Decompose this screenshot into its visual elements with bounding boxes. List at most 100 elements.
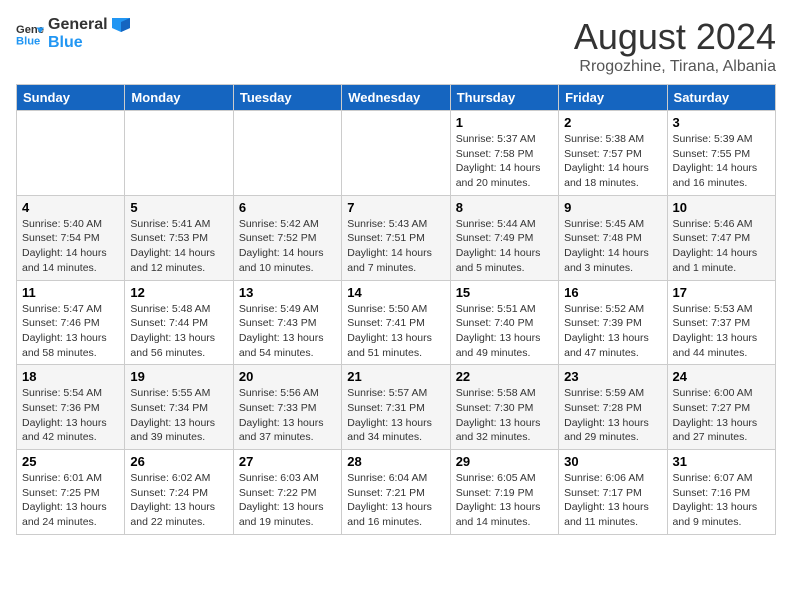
logo-general-text: General bbox=[48, 16, 130, 34]
calendar-cell: 30 Sunrise: 6:06 AMSunset: 7:17 PMDayligh… bbox=[559, 450, 667, 535]
day-info: Sunrise: 6:06 AMSunset: 7:17 PMDaylight:… bbox=[564, 471, 661, 530]
calendar-cell: 7 Sunrise: 5:43 AMSunset: 7:51 PMDaylight… bbox=[342, 195, 450, 280]
month-title: August 2024 bbox=[574, 16, 776, 58]
calendar-cell: 22 Sunrise: 5:58 AMSunset: 7:30 PMDayligh… bbox=[450, 365, 558, 450]
day-number: 11 bbox=[22, 285, 119, 300]
day-number: 21 bbox=[347, 369, 444, 384]
weekday-header-row: SundayMondayTuesdayWednesdayThursdayFrid… bbox=[17, 85, 776, 111]
weekday-header-wednesday: Wednesday bbox=[342, 85, 450, 111]
day-number: 4 bbox=[22, 200, 119, 215]
calendar-cell bbox=[233, 111, 341, 196]
logo-icon: General Blue bbox=[16, 20, 44, 48]
day-number: 24 bbox=[673, 369, 770, 384]
day-info: Sunrise: 5:41 AMSunset: 7:53 PMDaylight:… bbox=[130, 217, 227, 276]
day-number: 8 bbox=[456, 200, 553, 215]
calendar-table: SundayMondayTuesdayWednesdayThursdayFrid… bbox=[16, 84, 776, 535]
day-info: Sunrise: 5:37 AMSunset: 7:58 PMDaylight:… bbox=[456, 132, 553, 191]
weekday-header-tuesday: Tuesday bbox=[233, 85, 341, 111]
calendar-cell: 14 Sunrise: 5:50 AMSunset: 7:41 PMDayligh… bbox=[342, 280, 450, 365]
day-info: Sunrise: 5:57 AMSunset: 7:31 PMDaylight:… bbox=[347, 386, 444, 445]
day-info: Sunrise: 5:55 AMSunset: 7:34 PMDaylight:… bbox=[130, 386, 227, 445]
day-info: Sunrise: 6:02 AMSunset: 7:24 PMDaylight:… bbox=[130, 471, 227, 530]
day-info: Sunrise: 5:45 AMSunset: 7:48 PMDaylight:… bbox=[564, 217, 661, 276]
calendar-cell bbox=[125, 111, 233, 196]
day-info: Sunrise: 5:56 AMSunset: 7:33 PMDaylight:… bbox=[239, 386, 336, 445]
logo: General Blue General Blue bbox=[16, 16, 130, 51]
weekday-header-monday: Monday bbox=[125, 85, 233, 111]
day-number: 2 bbox=[564, 115, 661, 130]
calendar-cell bbox=[17, 111, 125, 196]
week-row-5: 25 Sunrise: 6:01 AMSunset: 7:25 PMDayligh… bbox=[17, 450, 776, 535]
day-number: 29 bbox=[456, 454, 553, 469]
calendar-cell: 9Sunrise: 5:45 AMSunset: 7:48 PMDaylight… bbox=[559, 195, 667, 280]
calendar-cell: 1 Sunrise: 5:37 AMSunset: 7:58 PMDaylight… bbox=[450, 111, 558, 196]
day-info: Sunrise: 5:59 AMSunset: 7:28 PMDaylight:… bbox=[564, 386, 661, 445]
day-number: 23 bbox=[564, 369, 661, 384]
day-info: Sunrise: 5:58 AMSunset: 7:30 PMDaylight:… bbox=[456, 386, 553, 445]
day-number: 1 bbox=[456, 115, 553, 130]
day-number: 22 bbox=[456, 369, 553, 384]
week-row-4: 18 Sunrise: 5:54 AMSunset: 7:36 PMDayligh… bbox=[17, 365, 776, 450]
calendar-cell: 6 Sunrise: 5:42 AMSunset: 7:52 PMDaylight… bbox=[233, 195, 341, 280]
day-info: Sunrise: 5:40 AMSunset: 7:54 PMDaylight:… bbox=[22, 217, 119, 276]
calendar-cell: 12 Sunrise: 5:48 AMSunset: 7:44 PMDayligh… bbox=[125, 280, 233, 365]
calendar-cell: 26Sunrise: 6:02 AMSunset: 7:24 PMDayligh… bbox=[125, 450, 233, 535]
day-number: 7 bbox=[347, 200, 444, 215]
weekday-header-thursday: Thursday bbox=[450, 85, 558, 111]
day-number: 19 bbox=[130, 369, 227, 384]
day-number: 6 bbox=[239, 200, 336, 215]
day-number: 30 bbox=[564, 454, 661, 469]
day-info: Sunrise: 5:38 AMSunset: 7:57 PMDaylight:… bbox=[564, 132, 661, 191]
day-number: 27 bbox=[239, 454, 336, 469]
calendar-cell: 10Sunrise: 5:46 AMSunset: 7:47 PMDayligh… bbox=[667, 195, 775, 280]
week-row-1: 1 Sunrise: 5:37 AMSunset: 7:58 PMDaylight… bbox=[17, 111, 776, 196]
day-number: 13 bbox=[239, 285, 336, 300]
calendar-cell: 21 Sunrise: 5:57 AMSunset: 7:31 PMDayligh… bbox=[342, 365, 450, 450]
title-area: August 2024 Rrogozhine, Tirana, Albania bbox=[574, 16, 776, 76]
day-info: Sunrise: 5:43 AMSunset: 7:51 PMDaylight:… bbox=[347, 217, 444, 276]
day-info: Sunrise: 5:50 AMSunset: 7:41 PMDaylight:… bbox=[347, 302, 444, 361]
location-subtitle: Rrogozhine, Tirana, Albania bbox=[574, 58, 776, 76]
calendar-cell: 15 Sunrise: 5:51 AMSunset: 7:40 PMDayligh… bbox=[450, 280, 558, 365]
calendar-cell: 23 Sunrise: 5:59 AMSunset: 7:28 PMDayligh… bbox=[559, 365, 667, 450]
calendar-cell: 24Sunrise: 6:00 AMSunset: 7:27 PMDayligh… bbox=[667, 365, 775, 450]
calendar-cell: 27Sunrise: 6:03 AMSunset: 7:22 PMDayligh… bbox=[233, 450, 341, 535]
day-info: Sunrise: 5:51 AMSunset: 7:40 PMDaylight:… bbox=[456, 302, 553, 361]
day-info: Sunrise: 5:42 AMSunset: 7:52 PMDaylight:… bbox=[239, 217, 336, 276]
weekday-header-sunday: Sunday bbox=[17, 85, 125, 111]
header: General Blue General Blue August 2024 Rr… bbox=[16, 16, 776, 76]
day-number: 14 bbox=[347, 285, 444, 300]
day-info: Sunrise: 5:47 AMSunset: 7:46 PMDaylight:… bbox=[22, 302, 119, 361]
weekday-header-saturday: Saturday bbox=[667, 85, 775, 111]
calendar-cell: 20Sunrise: 5:56 AMSunset: 7:33 PMDayligh… bbox=[233, 365, 341, 450]
calendar-cell: 2 Sunrise: 5:38 AMSunset: 7:57 PMDaylight… bbox=[559, 111, 667, 196]
svg-text:Blue: Blue bbox=[16, 35, 40, 47]
day-info: Sunrise: 5:53 AMSunset: 7:37 PMDaylight:… bbox=[673, 302, 770, 361]
calendar-cell: 19 Sunrise: 5:55 AMSunset: 7:34 PMDayligh… bbox=[125, 365, 233, 450]
calendar-cell: 3Sunrise: 5:39 AMSunset: 7:55 PMDaylight… bbox=[667, 111, 775, 196]
day-info: Sunrise: 5:48 AMSunset: 7:44 PMDaylight:… bbox=[130, 302, 227, 361]
calendar-cell: 28Sunrise: 6:04 AMSunset: 7:21 PMDayligh… bbox=[342, 450, 450, 535]
logo-blue-text: Blue bbox=[48, 34, 130, 52]
day-info: Sunrise: 6:01 AMSunset: 7:25 PMDaylight:… bbox=[22, 471, 119, 530]
day-number: 16 bbox=[564, 285, 661, 300]
calendar-cell: 25 Sunrise: 6:01 AMSunset: 7:25 PMDayligh… bbox=[17, 450, 125, 535]
day-info: Sunrise: 5:54 AMSunset: 7:36 PMDaylight:… bbox=[22, 386, 119, 445]
day-info: Sunrise: 5:46 AMSunset: 7:47 PMDaylight:… bbox=[673, 217, 770, 276]
day-info: Sunrise: 6:07 AMSunset: 7:16 PMDaylight:… bbox=[673, 471, 770, 530]
week-row-2: 4 Sunrise: 5:40 AMSunset: 7:54 PMDaylight… bbox=[17, 195, 776, 280]
day-number: 31 bbox=[673, 454, 770, 469]
week-row-3: 11 Sunrise: 5:47 AMSunset: 7:46 PMDayligh… bbox=[17, 280, 776, 365]
calendar-cell: 31 Sunrise: 6:07 AMSunset: 7:16 PMDayligh… bbox=[667, 450, 775, 535]
calendar-cell: 4 Sunrise: 5:40 AMSunset: 7:54 PMDaylight… bbox=[17, 195, 125, 280]
calendar-cell: 13 Sunrise: 5:49 AMSunset: 7:43 PMDayligh… bbox=[233, 280, 341, 365]
day-number: 15 bbox=[456, 285, 553, 300]
day-number: 18 bbox=[22, 369, 119, 384]
day-info: Sunrise: 6:05 AMSunset: 7:19 PMDaylight:… bbox=[456, 471, 553, 530]
day-info: Sunrise: 5:49 AMSunset: 7:43 PMDaylight:… bbox=[239, 302, 336, 361]
day-number: 25 bbox=[22, 454, 119, 469]
day-number: 12 bbox=[130, 285, 227, 300]
weekday-header-friday: Friday bbox=[559, 85, 667, 111]
calendar-cell: 8Sunrise: 5:44 AMSunset: 7:49 PMDaylight… bbox=[450, 195, 558, 280]
calendar-cell: 17Sunrise: 5:53 AMSunset: 7:37 PMDayligh… bbox=[667, 280, 775, 365]
